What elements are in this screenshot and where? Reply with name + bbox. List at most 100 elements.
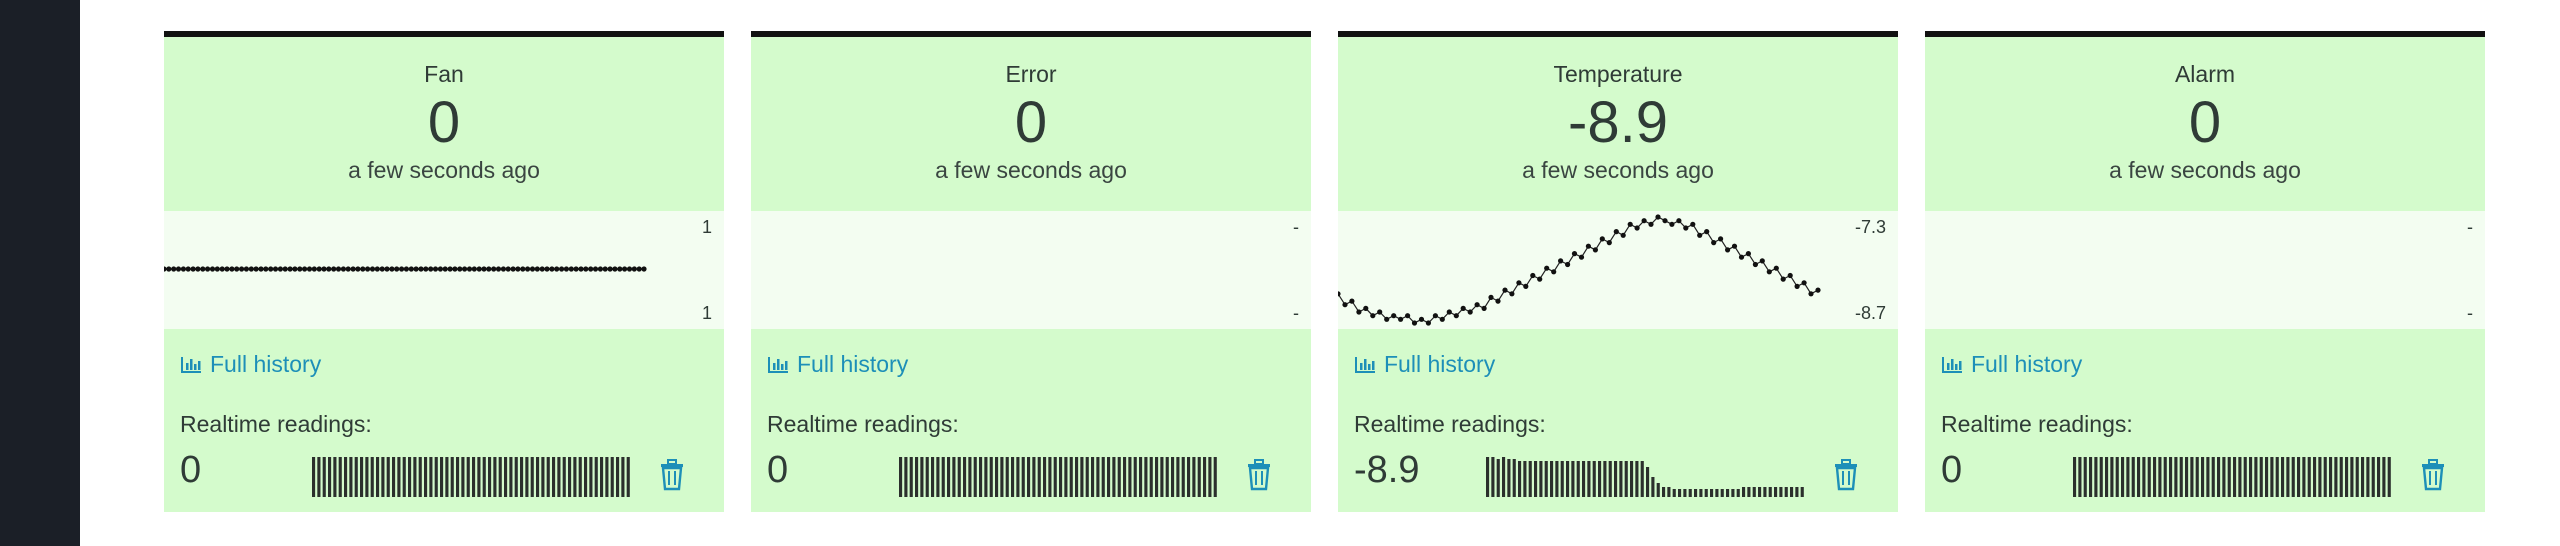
data-point [321,266,327,272]
reading-bar [344,457,348,497]
data-point [428,266,434,272]
reading-bar [979,457,983,497]
reading-bar [2126,457,2130,497]
reading-bar [1096,457,1100,497]
full-history-link[interactable]: Full history [1354,351,1495,378]
reading-bar [1747,487,1751,497]
reading-bar [1523,461,1527,497]
reading-bar [2243,457,2247,497]
reading-bar [1544,461,1548,497]
reading-bar [1710,489,1714,497]
sparkline: - - [1925,211,2485,329]
reading-bar [1539,461,1543,497]
data-point [1690,221,1696,227]
reading-bar [899,457,903,497]
reading-bar [2142,457,2146,497]
data-point [1787,272,1793,279]
reading-bar [1528,461,1532,497]
reading-bar [616,457,620,497]
reading-bar [1117,457,1121,497]
data-point [1592,247,1598,253]
data-point [1704,229,1710,235]
reading-bar [1758,487,1762,497]
data-point [1391,313,1397,319]
data-point [326,266,332,272]
data-point [462,266,468,272]
data-point [1571,251,1578,257]
reading-bar [963,457,967,497]
data-point [350,266,356,272]
trash-icon[interactable] [2419,459,2447,491]
full-history-link[interactable]: Full history [180,351,321,378]
trash-icon[interactable] [1832,459,1860,491]
data-point [1585,243,1591,249]
card-updated: a few seconds ago [2109,157,2301,183]
reading-bar [2387,457,2391,497]
data-point [636,266,642,272]
full-history-label: Full history [1971,351,2083,377]
data-point [297,266,303,272]
data-point [520,266,526,272]
trash-icon[interactable] [1245,459,1273,491]
reading-bar [968,457,972,497]
reading-bar [2366,457,2370,497]
data-point [1398,316,1404,322]
reading-bar [904,457,908,497]
reading-bar [472,457,476,497]
reading-bar [1518,461,1522,497]
data-point [544,266,550,272]
reading-bar [1640,461,1644,497]
realtime-value: 0 [1941,449,1963,491]
reading-bar [2233,457,2237,497]
data-point [626,266,633,272]
reading-bar [333,457,337,497]
reading-bar [973,457,977,497]
data-point [316,266,322,272]
reading-bar [2099,457,2103,497]
data-point [1537,276,1543,282]
reading-bar [909,457,913,497]
range-min: -8.7 [1854,303,1886,323]
data-point [335,266,342,272]
reading-bar [520,457,524,497]
data-point [500,266,506,272]
reading-bar [1800,487,1804,497]
reading-bar [626,457,630,497]
reading-bar [1534,461,1538,497]
trash-icon[interactable] [658,459,686,491]
full-history-link[interactable]: Full history [1941,351,2082,378]
reading-bar [1080,457,1084,497]
sensor-card-fan: Fan 0 a few seconds ago 1 1 Full history… [164,31,724,512]
reading-bar [1683,489,1687,497]
reading-bar [2185,457,2189,497]
data-point [607,266,613,272]
reading-bar [509,457,513,497]
data-point [1738,254,1745,260]
data-point [1349,298,1355,304]
reading-bar [413,457,417,497]
reading-bar [1768,487,1772,497]
data-point [277,266,283,272]
reading-bar [1000,457,1004,497]
data-point [539,266,545,272]
reading-bar [1555,461,1559,497]
data-point [1711,240,1717,246]
reading-bar [2169,457,2173,497]
reading-bar [1731,489,1735,497]
reading-bar [1112,457,1116,497]
data-point [1808,291,1814,297]
reading-bar [354,457,358,497]
reading-bar [995,457,999,497]
full-history-link[interactable]: Full history [767,351,908,378]
reading-bar [1208,457,1212,497]
reading-bar [2313,457,2317,497]
data-point [452,266,458,272]
reading-bar [931,457,935,497]
bar-chart-icon [181,356,201,373]
reading-bar [450,457,454,497]
reading-bar [552,457,556,497]
reading-bar [915,457,919,497]
reading-bar [2227,457,2231,497]
reading-bar [530,457,534,497]
data-point [1697,232,1703,238]
